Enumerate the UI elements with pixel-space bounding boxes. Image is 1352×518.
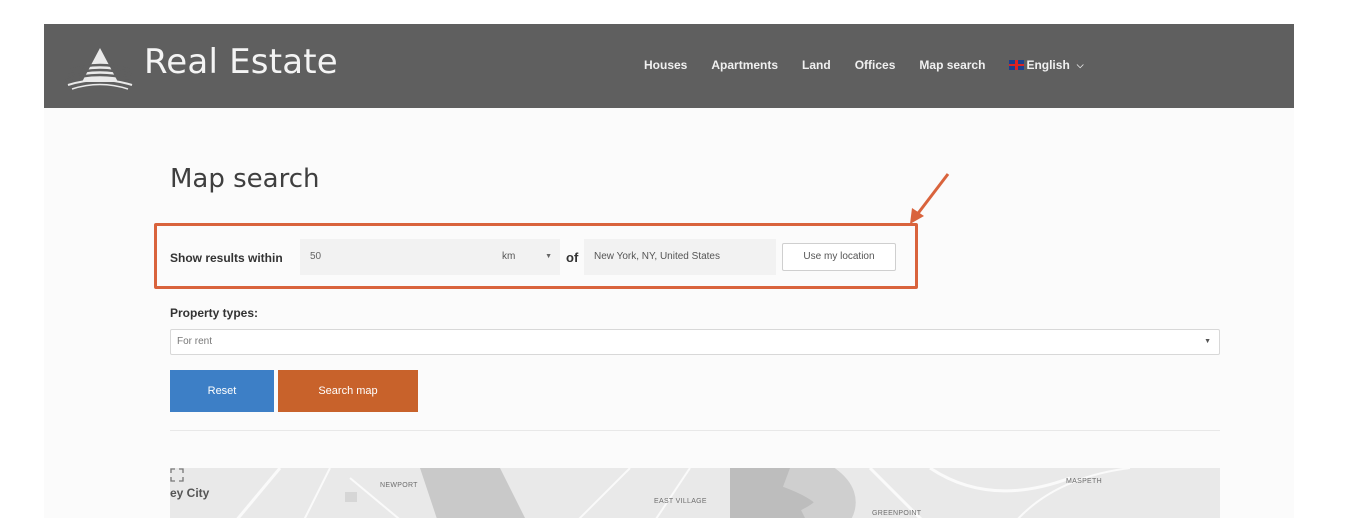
building-logo-icon[interactable] bbox=[64, 44, 136, 92]
nav-item-offices[interactable]: Offices bbox=[855, 58, 896, 72]
unit-select-value: km bbox=[502, 251, 516, 262]
search-map-button[interactable]: Search map bbox=[278, 370, 418, 412]
fullscreen-icon[interactable] bbox=[170, 468, 184, 482]
map-view[interactable]: ey City NEWPORT EAST VILLAGE MASPETH GRE… bbox=[170, 468, 1220, 518]
map-streets bbox=[170, 468, 1220, 518]
language-label: English bbox=[1026, 58, 1070, 72]
map-label-maspeth: MASPETH bbox=[1066, 478, 1102, 485]
property-types-value: For rent bbox=[177, 336, 213, 347]
header-navbar: Real Estate Houses Apartments Land Offic… bbox=[44, 24, 1294, 108]
map-label-newport: NEWPORT bbox=[380, 482, 418, 489]
page-frame: Real Estate Houses Apartments Land Offic… bbox=[44, 24, 1294, 518]
select-caret-icon: ▼ bbox=[545, 253, 552, 260]
radius-input[interactable]: 50 bbox=[300, 239, 490, 275]
main-nav: Houses Apartments Land Offices Map searc… bbox=[644, 58, 1084, 72]
uk-flag-icon bbox=[1009, 60, 1025, 70]
of-label: of bbox=[566, 250, 579, 265]
property-types-label: Property types: bbox=[170, 306, 259, 320]
annotation-arrow-icon bbox=[910, 173, 950, 224]
unit-select[interactable]: km ▼ bbox=[490, 239, 560, 275]
nav-item-map-search[interactable]: Map search bbox=[919, 58, 985, 72]
radius-label: Show results within bbox=[170, 251, 283, 265]
nav-item-houses[interactable]: Houses bbox=[644, 58, 687, 72]
divider bbox=[170, 430, 1220, 431]
language-selector[interactable]: English ⌵ bbox=[1009, 58, 1084, 72]
use-my-location-button[interactable]: Use my location bbox=[782, 243, 896, 271]
location-input[interactable]: New York, NY, United States bbox=[584, 239, 776, 275]
brand-title[interactable]: Real Estate bbox=[144, 42, 338, 82]
page-title: Map search bbox=[170, 164, 320, 194]
map-city-label: ey City bbox=[170, 486, 210, 500]
nav-item-land[interactable]: Land bbox=[802, 58, 831, 72]
map-label-greenpoint: GREENPOINT bbox=[872, 510, 922, 517]
select-caret-icon: ▼ bbox=[1204, 338, 1211, 345]
nav-item-apartments[interactable]: Apartments bbox=[711, 58, 778, 72]
chevron-down-icon: ⌵ bbox=[1076, 59, 1084, 70]
map-label-east-village: EAST VILLAGE bbox=[654, 498, 707, 505]
reset-button[interactable]: Reset bbox=[170, 370, 274, 412]
property-types-select[interactable]: For rent ▼ bbox=[170, 329, 1220, 355]
